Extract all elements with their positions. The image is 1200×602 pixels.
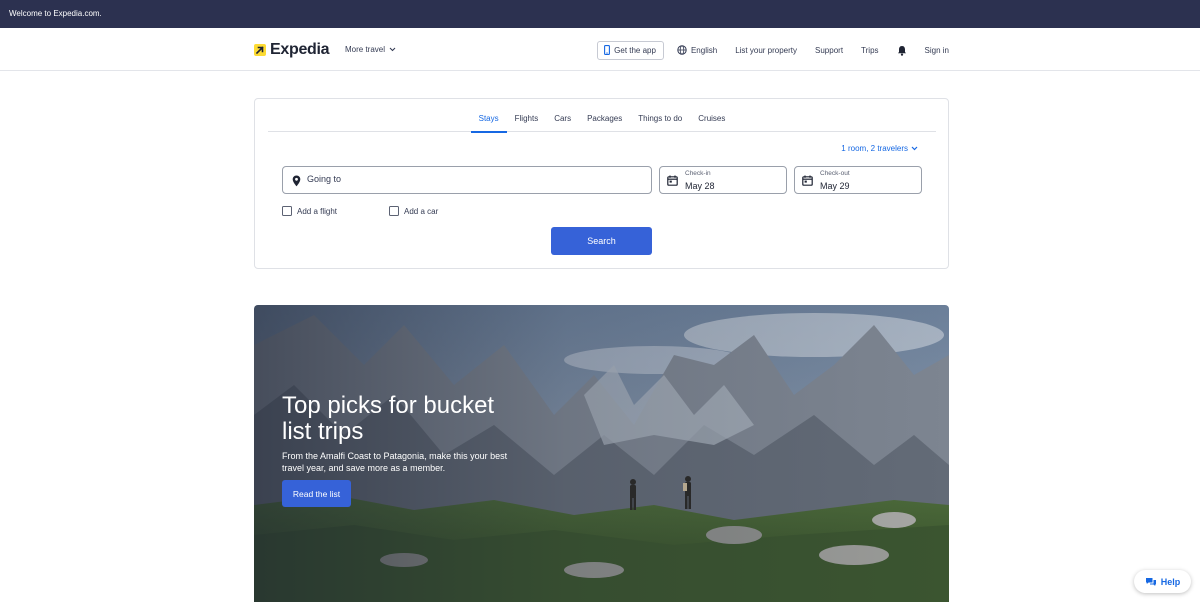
check-out-label: Check-out: [820, 170, 850, 177]
bell-icon: [897, 45, 906, 56]
support-link[interactable]: Support: [815, 46, 843, 55]
add-flight-option[interactable]: Add a flight: [282, 206, 337, 216]
travelers-label: 1 room, 2 travelers: [841, 144, 908, 153]
logo-arrow-icon: [254, 44, 266, 56]
check-in-field[interactable]: Check-in May 28: [659, 166, 787, 194]
list-your-property-link[interactable]: List your property: [735, 46, 797, 55]
welcome-bar: Welcome to Expedia.com.: [0, 0, 1200, 28]
search-button[interactable]: Search: [551, 227, 652, 255]
expedia-logo[interactable]: Expedia: [254, 41, 330, 59]
chevron-down-icon: [911, 146, 918, 151]
tab-stays[interactable]: Stays: [470, 109, 507, 133]
more-travel-menu[interactable]: More travel: [345, 45, 396, 54]
add-car-label: Add a car: [404, 206, 439, 216]
site-header: Expedia More travel Get the app English …: [0, 28, 1200, 71]
globe-icon: [677, 45, 687, 55]
notifications-button[interactable]: [897, 45, 907, 56]
add-flight-checkbox[interactable]: [282, 206, 292, 216]
hero-banner: Top picks for bucket list trips From the…: [254, 305, 949, 602]
tab-cruises[interactable]: Cruises: [690, 109, 733, 132]
travelers-selector[interactable]: 1 room, 2 travelers: [841, 144, 918, 153]
tab-flights[interactable]: Flights: [507, 109, 547, 132]
check-in-label: Check-in: [685, 170, 711, 177]
get-the-app-label: Get the app: [614, 45, 656, 55]
trips-link[interactable]: Trips: [861, 46, 878, 55]
phone-icon: [604, 45, 611, 55]
help-label: Help: [1160, 576, 1181, 587]
logo-text: Expedia: [270, 41, 330, 58]
search-tabs: Stays Flights Cars Packages Things to do…: [268, 109, 936, 133]
sign-in-link[interactable]: Sign in: [925, 46, 949, 55]
support-label: Support: [815, 45, 844, 55]
trips-label: Trips: [861, 45, 879, 55]
sign-in-label: Sign in: [924, 45, 949, 55]
tab-things-to-do[interactable]: Things to do: [630, 109, 690, 132]
tab-cars[interactable]: Cars: [546, 109, 579, 132]
check-out-value: May 29: [820, 181, 850, 191]
check-out-field[interactable]: Check-out May 29: [794, 166, 922, 194]
get-the-app-button[interactable]: Get the app: [597, 40, 664, 60]
hero-title: Top picks for bucket list trips: [282, 392, 495, 445]
more-travel-label: More travel: [345, 45, 386, 54]
tab-packages[interactable]: Packages: [579, 109, 630, 132]
add-car-checkbox[interactable]: [389, 206, 399, 216]
calendar-icon: [802, 175, 813, 186]
welcome-text: Welcome to Expedia.com.: [9, 9, 102, 18]
language-selector[interactable]: English: [677, 45, 717, 55]
going-to-field[interactable]: [282, 166, 652, 194]
hero-subtitle: From the Amalfi Coast to Patagonia, make…: [282, 451, 508, 473]
calendar-icon: [667, 175, 678, 186]
header-nav: Get the app English List your property S…: [597, 40, 949, 60]
chat-bubbles-icon: [1145, 577, 1156, 586]
list-your-property-label: List your property: [735, 45, 798, 55]
location-pin-icon: [292, 175, 301, 187]
check-in-value: May 28: [685, 181, 715, 191]
search-form: Stays Flights Cars Packages Things to do…: [254, 98, 949, 269]
language-label: English: [690, 45, 718, 55]
add-car-option[interactable]: Add a car: [389, 206, 438, 216]
going-to-input[interactable]: [307, 174, 637, 184]
help-button[interactable]: Help: [1134, 570, 1191, 593]
add-flight-label: Add a flight: [297, 206, 338, 216]
chevron-down-icon: [389, 47, 396, 52]
read-the-list-button[interactable]: Read the list: [282, 480, 351, 507]
